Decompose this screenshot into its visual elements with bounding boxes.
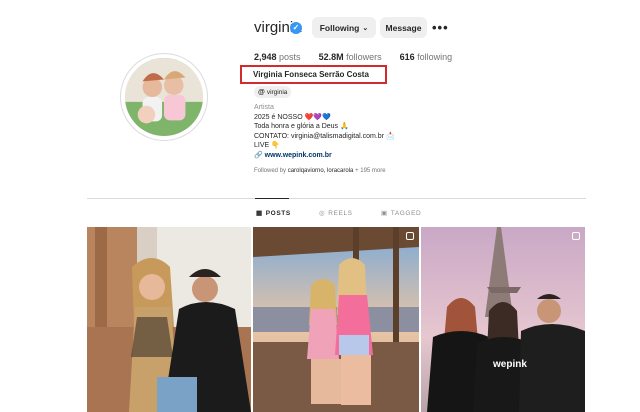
- bio-link[interactable]: www.wepink.com.br: [265, 152, 332, 159]
- tab-posts-label: POSTS: [265, 209, 291, 217]
- threads-badge[interactable]: @ virginia: [254, 86, 292, 98]
- multiple-photos-icon: [572, 232, 580, 240]
- post-tile[interactable]: [253, 227, 419, 412]
- full-name: Virginia Fonseca Serrão Costa: [253, 70, 369, 79]
- post-tile[interactable]: [87, 227, 251, 412]
- chevron-down-icon: ⌄: [362, 24, 369, 32]
- bio-link-row[interactable]: 🔗 www.wepink.com.br: [254, 151, 395, 161]
- bio-line-1: 2025 é NOSSO ❤️💜💙: [254, 113, 331, 121]
- threads-handle: virginia: [266, 88, 288, 96]
- reels-icon: ◎: [319, 210, 326, 217]
- link-icon: 🔗: [254, 151, 263, 159]
- threads-icon: @: [258, 88, 265, 96]
- bio-line-2: Toda honra e glória a Deus 🙏: [254, 123, 349, 131]
- followed-by-suffix: + 195 more: [355, 168, 386, 174]
- tab-reels-label: REELS: [328, 209, 353, 217]
- followers-stat[interactable]: 52.8M followers: [319, 52, 382, 62]
- post-image: [253, 227, 419, 412]
- tagged-icon: ▣: [381, 210, 388, 217]
- tab-reels[interactable]: ◎ REELS: [319, 209, 353, 218]
- post-image: [87, 227, 251, 412]
- bio-line-4: LIVE 👇: [254, 142, 280, 150]
- followed-by[interactable]: Followed by carolqaviorno, loracarola + …: [254, 168, 386, 174]
- photo-shirt-text: wepink: [492, 359, 527, 370]
- avatar-image: [125, 58, 203, 136]
- following-button[interactable]: Following ⌄: [312, 17, 376, 38]
- following-button-label: Following: [319, 22, 360, 33]
- bio-line-3: CONTATO: virginia@talismadigital.com.br …: [254, 132, 395, 140]
- active-tab-indicator: [255, 198, 289, 199]
- followers-count: 52.8M: [318, 52, 344, 62]
- message-button[interactable]: Message: [380, 17, 427, 38]
- profile-avatar[interactable]: [120, 53, 208, 141]
- bio: Artista 2025 é NOSSO ❤️💜💙 Toda honra e g…: [254, 103, 395, 161]
- posts-count: 2,948: [254, 52, 277, 62]
- posts-stat: 2,948 posts: [254, 52, 301, 62]
- verified-badge-icon: ✓: [290, 22, 302, 34]
- posts-label: posts: [279, 52, 301, 62]
- following-label: following: [417, 52, 453, 62]
- bio-category: Artista: [254, 104, 274, 111]
- profile-stats: 2,948 posts 52.8M followers 616 followin…: [254, 52, 452, 62]
- tab-tagged-label: TAGGED: [390, 209, 422, 217]
- more-options-icon[interactable]: •••: [432, 20, 449, 35]
- tabs-divider: [87, 198, 586, 199]
- followed-by-names[interactable]: carolqaviorno, loracarola: [288, 168, 354, 174]
- following-stat[interactable]: 616 following: [400, 52, 453, 62]
- grid-icon: ▦: [256, 210, 263, 217]
- avatar-photo: [125, 58, 203, 136]
- following-count: 616: [399, 52, 415, 62]
- tab-tagged[interactable]: ▣ TAGGED: [381, 209, 422, 218]
- post-tile[interactable]: wepink: [421, 227, 585, 412]
- followed-by-prefix: Followed by: [254, 168, 287, 174]
- followers-label: followers: [346, 52, 382, 62]
- post-image: wepink: [421, 227, 585, 412]
- message-button-label: Message: [385, 22, 422, 33]
- multiple-photos-icon: [406, 232, 414, 240]
- tab-posts[interactable]: ▦ POSTS: [256, 209, 291, 218]
